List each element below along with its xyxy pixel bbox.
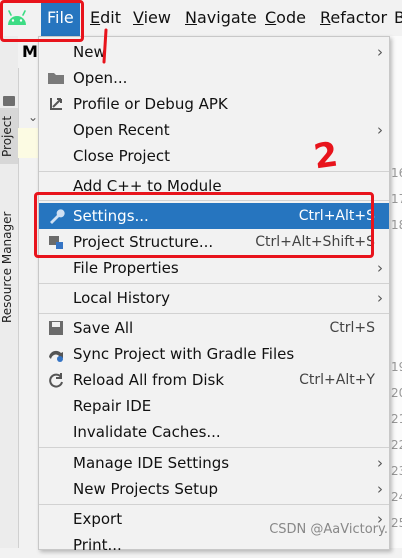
- wrench-icon: [50, 209, 65, 224]
- menu-separator: [39, 504, 389, 505]
- watermark: CSDN @AaVictory.: [269, 522, 388, 537]
- menu-item-shortcut: Ctrl+Alt+S: [298, 208, 375, 224]
- chevron-right-icon: ›: [377, 259, 383, 277]
- chevron-right-icon: ›: [377, 289, 383, 307]
- menu-item-label: Sync Project with Gradle Files: [73, 345, 295, 363]
- chevron-right-icon: ›: [377, 43, 383, 61]
- menu-item-label: Open Recent: [73, 121, 170, 139]
- menu-item-save-all[interactable]: Save All Ctrl+S: [39, 315, 389, 341]
- folder-icon: [48, 73, 64, 84]
- line-number: 21: [391, 412, 402, 426]
- line-number: 22: [391, 438, 402, 452]
- menu-item-shortcut: Ctrl+Alt+Y: [299, 372, 375, 388]
- menu-code[interactable]: Code: [265, 0, 306, 36]
- file-menu-dropdown: New › Open... Profile or Debug APK Open …: [38, 36, 390, 554]
- menu-item-label: Project Structure...: [73, 233, 214, 251]
- project-tool-tab[interactable]: Project: [0, 108, 18, 164]
- android-icon[interactable]: [6, 9, 28, 27]
- menu-refactor[interactable]: Refactor: [320, 0, 387, 36]
- menu-separator: [39, 313, 389, 314]
- menu-item-settings[interactable]: Settings... Ctrl+Alt+S: [39, 203, 389, 229]
- menu-item-local-history[interactable]: Local History ›: [39, 285, 389, 311]
- menu-separator: [39, 447, 389, 448]
- menu-item-label: Invalidate Caches...: [73, 423, 221, 441]
- menu-item-open[interactable]: Open...: [39, 65, 389, 91]
- menu-separator: [39, 283, 389, 284]
- menu-item-invalidate-caches[interactable]: Invalidate Caches...: [39, 419, 389, 445]
- gradle-sync-icon: [49, 350, 63, 362]
- project-structure-icon: [49, 236, 63, 249]
- menu-item-label: Print...: [73, 536, 122, 554]
- menu-file[interactable]: File: [41, 0, 80, 36]
- folder-small-icon: [3, 96, 15, 106]
- menu-item-label: Export: [73, 510, 123, 528]
- chevron-right-icon: ›: [377, 454, 383, 472]
- line-number: 19: [391, 360, 402, 374]
- menu-build[interactable]: B: [394, 0, 402, 36]
- line-number: 18: [391, 218, 402, 232]
- chevron-right-icon: ›: [377, 480, 383, 498]
- menu-separator: [39, 200, 389, 201]
- menu-item-file-properties[interactable]: File Properties ›: [39, 255, 389, 281]
- menu-item-shortcut: Ctrl+S: [329, 320, 375, 336]
- line-number: 24: [391, 490, 402, 504]
- left-tool-strip: Project Resource Manager: [0, 36, 19, 548]
- menu-item-label: File Properties: [73, 259, 179, 277]
- line-number: 25: [391, 516, 402, 530]
- save-icon: [49, 321, 63, 335]
- menu-item-label: Manage IDE Settings: [73, 454, 230, 472]
- menu-navigate[interactable]: Navigate: [185, 0, 257, 36]
- profile-icon: [50, 98, 62, 110]
- chevron-down-icon[interactable]: ⌄: [28, 110, 38, 124]
- chevron-right-icon: ›: [377, 121, 383, 139]
- menu-item-label: Settings...: [73, 207, 149, 225]
- line-number: 17: [391, 192, 402, 206]
- menu-view[interactable]: View: [133, 0, 171, 36]
- menu-item-manage-ide-settings[interactable]: Manage IDE Settings ›: [39, 450, 389, 476]
- menu-item-label: Save All: [73, 319, 134, 337]
- menu-item-sync-gradle[interactable]: Sync Project with Gradle Files: [39, 341, 389, 367]
- menu-item-open-recent[interactable]: Open Recent ›: [39, 117, 389, 143]
- menu-item-shortcut: Ctrl+Alt+Shift+S: [255, 234, 375, 250]
- menu-item-label: New Projects Setup: [73, 480, 219, 498]
- menu-item-reload-from-disk[interactable]: Reload All from Disk Ctrl+Alt+Y: [39, 367, 389, 393]
- menu-item-label: Reload All from Disk: [73, 371, 225, 389]
- menu-item-project-structure[interactable]: Project Structure... Ctrl+Alt+Shift+S: [39, 229, 389, 255]
- menu-item-label: Open...: [73, 69, 128, 87]
- menu-item-profile-debug-apk[interactable]: Profile or Debug APK: [39, 91, 389, 117]
- menu-item-label: Close Project: [73, 147, 170, 165]
- menu-item-label: New: [73, 43, 106, 61]
- menu-item-label: Add C++ to Module: [73, 177, 222, 195]
- resource-manager-tab[interactable]: Resource Manager: [0, 206, 18, 328]
- menu-item-label: Repair IDE: [73, 397, 152, 415]
- line-number: 20: [391, 386, 402, 400]
- line-number: 16: [391, 166, 402, 180]
- menu-item-repair-ide[interactable]: Repair IDE: [39, 393, 389, 419]
- reload-icon: [49, 373, 63, 388]
- menu-item-new[interactable]: New ›: [39, 39, 389, 65]
- menu-item-label: Profile or Debug APK: [73, 95, 228, 113]
- menu-item-label: Local History: [73, 289, 171, 307]
- menu-item-add-cpp[interactable]: Add C++ to Module: [39, 173, 389, 199]
- menu-edit[interactable]: Edit: [90, 0, 121, 36]
- line-number: 23: [391, 464, 402, 478]
- menu-bar: File Edit View Navigate Code Refactor B: [0, 0, 402, 37]
- menu-item-new-projects-setup[interactable]: New Projects Setup ›: [39, 476, 389, 502]
